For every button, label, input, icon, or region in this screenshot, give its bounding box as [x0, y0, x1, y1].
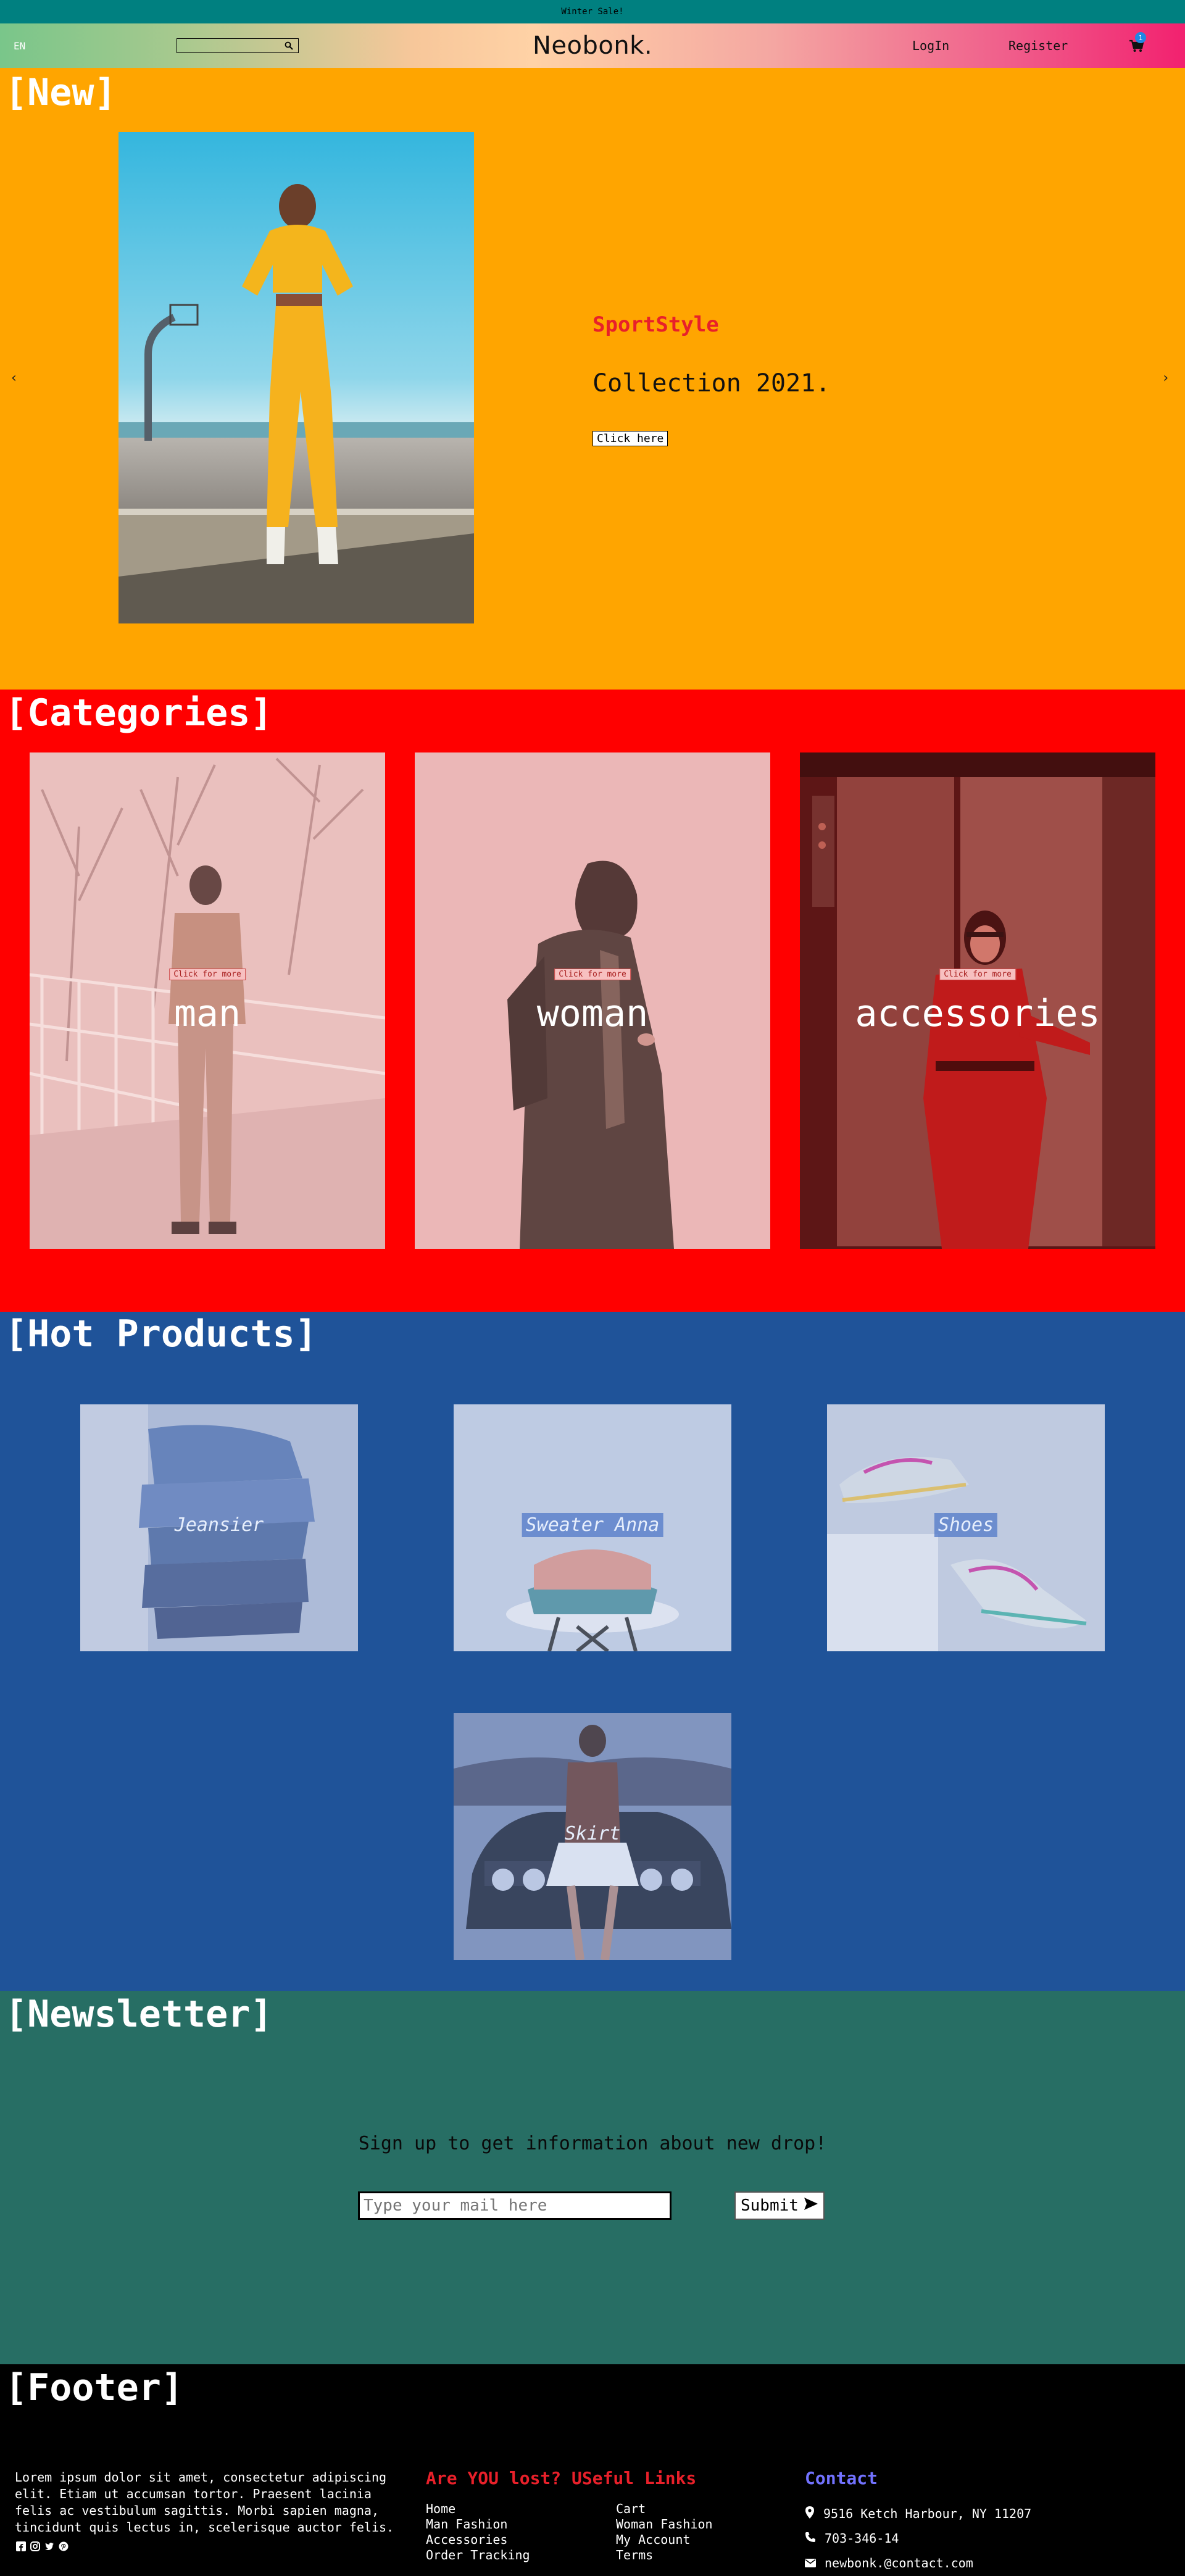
footer-section: [Footer] Lorem ipsum dolor sit amet, con… — [0, 2364, 1185, 2576]
twitter-icon[interactable] — [43, 2540, 56, 2553]
mail-icon — [805, 2556, 816, 2570]
newsletter-email-input[interactable] — [358, 2191, 672, 2220]
category-more-button[interactable]: Click for more — [939, 969, 1016, 980]
contact-phone: 703-346-14 — [825, 2531, 899, 2546]
social-links — [15, 2540, 70, 2553]
category-label: woman — [536, 992, 649, 1035]
footer-links: Home Cart Man Fashion Woman Fashion Acce… — [426, 2501, 809, 2562]
pinterest-icon[interactable] — [57, 2540, 70, 2553]
category-more-button[interactable]: Click for more — [169, 969, 246, 980]
product-label: Sweater Anna — [522, 1513, 663, 1537]
section-title-newsletter: [Newsletter] — [5, 1993, 273, 2036]
navbar: EN Neobonk. LogIn Register 1 — [0, 23, 1185, 68]
footer-contact: 9516 Ketch Harbour, NY 11207 703-346-14 … — [805, 2501, 1031, 2575]
phone-icon — [805, 2531, 816, 2546]
brand-logo[interactable]: Neobonk. — [533, 31, 652, 60]
category-label: accessories — [855, 992, 1100, 1035]
product-card-sweater-anna[interactable]: Sweater Anna — [454, 1404, 731, 1651]
contact-email-row: newbonk.@contact.com — [805, 2551, 1031, 2575]
cart-count-badge: 1 — [1135, 32, 1146, 43]
search-input[interactable] — [177, 39, 282, 52]
footer-link-terms[interactable]: Terms — [616, 2548, 806, 2562]
hero-brand-text: SportStyle — [592, 312, 719, 337]
category-card-accessories[interactable]: Click for more accessories — [800, 752, 1155, 1249]
section-title-categories: [Categories] — [5, 691, 273, 735]
categories-section: [Categories] Click for more man Click fo… — [0, 690, 1185, 1312]
section-title-hot-products: [Hot Products] — [5, 1312, 317, 1356]
facebook-icon[interactable] — [15, 2540, 27, 2553]
hero-image — [118, 132, 474, 623]
register-link[interactable]: Register — [1008, 38, 1068, 53]
search-icon[interactable] — [282, 39, 296, 52]
footer-about-text: Lorem ipsum dolor sit amet, consectetur … — [15, 2470, 394, 2535]
product-card-shoes[interactable]: Shoes — [827, 1404, 1105, 1651]
category-card-man[interactable]: Click for more man — [30, 752, 385, 1249]
search-box — [177, 38, 299, 53]
hero-collection-title: Collection 2021. — [592, 369, 831, 398]
footer-link-home[interactable]: Home — [426, 2501, 616, 2516]
product-label: Skirt — [564, 1823, 621, 1844]
footer-link-order-tracking[interactable]: Order Tracking — [426, 2548, 616, 2562]
contact-email[interactable]: newbonk.@contact.com — [825, 2556, 973, 2570]
footer-link-woman-fashion[interactable]: Woman Fashion — [616, 2517, 806, 2532]
newsletter-section: [Newsletter] Sign up to get information … — [0, 1991, 1185, 2364]
category-more-button[interactable]: Click for more — [554, 969, 631, 980]
footer-link-accessories[interactable]: Accessories — [426, 2532, 616, 2547]
contact-address: 9516 Ketch Harbour, NY 11207 — [823, 2506, 1032, 2521]
login-link[interactable]: LogIn — [912, 38, 949, 53]
footer-link-my-account[interactable]: My Account — [616, 2532, 806, 2547]
newsletter-submit-button[interactable]: Submit — [734, 2191, 825, 2220]
section-title-new: [New] — [5, 71, 117, 114]
product-card-skirt[interactable]: Skirt — [454, 1713, 731, 1960]
footer-link-man-fashion[interactable]: Man Fashion — [426, 2517, 616, 2532]
footer-contact-title: Contact — [805, 2468, 878, 2488]
section-title-footer: [Footer] — [5, 2366, 183, 2409]
location-pin-icon — [805, 2506, 815, 2522]
product-label: Jeansier — [174, 1514, 264, 1536]
new-section: [New] ‹ SportStyle Collection 2021. Clic… — [0, 68, 1185, 690]
newsletter-submit-label: Submit — [741, 2196, 799, 2215]
hot-products-section: [Hot Products] Jeansier Sweater Anna Sho… — [0, 1312, 1185, 1991]
carousel-next-button[interactable]: › — [1162, 370, 1170, 386]
newsletter-text: Sign up to get information about new dro… — [358, 2133, 827, 2154]
footer-link-cart[interactable]: Cart — [616, 2501, 806, 2516]
footer-links-title: Are YOU lost? USeful Links — [426, 2468, 697, 2488]
category-card-woman[interactable]: Click for more woman — [415, 752, 770, 1249]
category-label: man — [173, 992, 241, 1035]
announcement-text: Winter Sale! — [561, 7, 624, 17]
product-label: Shoes — [934, 1513, 998, 1537]
hero-cta-button[interactable]: Click here — [592, 431, 668, 446]
carousel-prev-button[interactable]: ‹ — [10, 370, 18, 386]
announcement-bar: Winter Sale! — [0, 0, 1185, 23]
instagram-icon[interactable] — [29, 2540, 41, 2553]
contact-address-row: 9516 Ketch Harbour, NY 11207 — [805, 2501, 1031, 2526]
contact-phone-row: 703-346-14 — [805, 2526, 1031, 2551]
language-selector[interactable]: EN — [14, 40, 25, 52]
product-card-jeansier[interactable]: Jeansier — [80, 1404, 358, 1651]
send-icon — [804, 2196, 818, 2215]
